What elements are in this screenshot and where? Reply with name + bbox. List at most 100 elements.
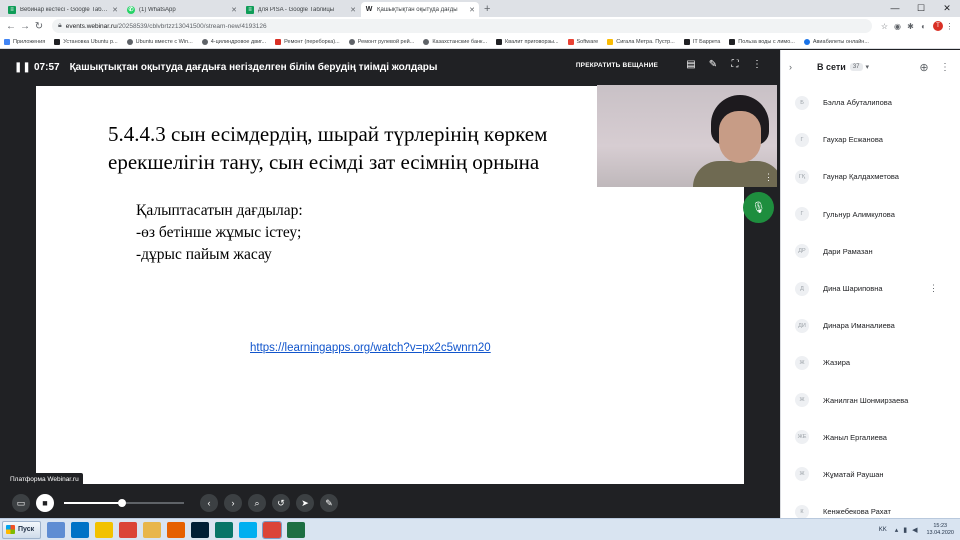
new-tab-button[interactable]: + bbox=[484, 2, 490, 17]
avatar: Г bbox=[795, 207, 809, 222]
undo-button[interactable]: ↺ bbox=[272, 494, 290, 512]
language-indicator[interactable]: KK bbox=[879, 527, 887, 533]
clock[interactable]: 15:23 13.04.2020 bbox=[926, 523, 954, 537]
browser-tab-active[interactable]: W Қашықтықтан оқытуда дағды ✕ bbox=[361, 2, 479, 17]
paint-icon[interactable] bbox=[47, 521, 66, 538]
participant-row[interactable]: Б Бэлла Абуталипова bbox=[781, 84, 960, 121]
bookmark[interactable]: Ubuntu вместе с Win... bbox=[126, 38, 193, 45]
bookmark[interactable]: Польза воды с лимо... bbox=[729, 38, 795, 45]
start-button[interactable]: Пуск bbox=[2, 520, 42, 539]
address-bar-row: ← → ↻ 🔒︎ events.webinar.ru /20258539/cbl… bbox=[0, 17, 960, 35]
maximize-icon[interactable]: ☐ bbox=[908, 0, 934, 17]
excel-icon[interactable] bbox=[287, 521, 306, 538]
participant-row[interactable]: ДИ Динара Иманалиева bbox=[781, 307, 960, 344]
mic-muted-button[interactable]: 🎙︎ bbox=[743, 192, 774, 223]
browser-tab[interactable]: ✆ (1) WhatsApp ✕ bbox=[123, 2, 241, 17]
participant-row[interactable]: Г Гаухар Есжанова bbox=[781, 121, 960, 158]
add-participant-icon[interactable]: ⊕ bbox=[916, 61, 932, 74]
browser-tab[interactable]: ≡ для PISA - Google Таблицы ✕ bbox=[242, 2, 360, 17]
participant-name: Гаухар Есжанова bbox=[823, 135, 883, 145]
participant-row[interactable]: Ж Жұматай Раушан bbox=[781, 456, 960, 493]
volume-slider[interactable] bbox=[64, 499, 184, 507]
chevron-left-icon: ‹ bbox=[207, 498, 211, 508]
close-tab-icon[interactable]: ✕ bbox=[112, 6, 118, 14]
browser-tab[interactable]: ≡ Вебинар кестесі - Google Таблицы ✕ bbox=[4, 2, 122, 17]
chevron-right-icon[interactable]: › bbox=[789, 62, 803, 72]
bookmark[interactable]: Казахстанские банк... bbox=[423, 38, 487, 45]
participant-row[interactable]: Ж Жанилган Шонмирзаева bbox=[781, 382, 960, 419]
close-tab-icon[interactable]: ✕ bbox=[469, 6, 475, 14]
participant-menu-icon[interactable]: ⋮ bbox=[929, 283, 938, 294]
chrome-icon[interactable] bbox=[262, 520, 283, 539]
previous-slide-button[interactable]: ‹ bbox=[200, 494, 218, 512]
network-icon[interactable]: ▮ bbox=[903, 526, 907, 534]
participant-row[interactable]: ЖЕ Жаныл Ергалиева bbox=[781, 419, 960, 456]
close-window-icon[interactable]: ✕ bbox=[934, 0, 960, 17]
folder-icon[interactable] bbox=[143, 521, 162, 538]
publisher-icon[interactable] bbox=[215, 521, 234, 538]
browser-menu-icon[interactable]: ⋮ bbox=[943, 22, 956, 31]
participant-name: Жанилган Шонмирзаева bbox=[823, 395, 909, 405]
participant-row[interactable]: ДР Дари Рамазан bbox=[781, 233, 960, 270]
bookmark[interactable]: Приложения bbox=[4, 38, 45, 45]
draw-button[interactable]: ✎ bbox=[320, 494, 338, 512]
toolbar-right: ☆ ◉ ✱ ◐ T ⋮ bbox=[878, 21, 956, 31]
webinar-title: Қашықтықтан оқытуда дағдыға негізделген … bbox=[69, 61, 438, 73]
star-icon[interactable]: ☆ bbox=[878, 22, 891, 31]
stop-broadcast-button[interactable]: ПРЕКРАТИТЬ ВЕЩАНИЕ bbox=[576, 62, 658, 69]
volume-knob[interactable] bbox=[117, 499, 126, 507]
more-options-icon[interactable]: ⋮ bbox=[938, 62, 952, 73]
volume-icon[interactable]: ◀ bbox=[912, 526, 917, 534]
bookmark[interactable]: Установка Ubuntu р... bbox=[54, 38, 118, 45]
reload-icon[interactable]: ↻ bbox=[32, 21, 46, 32]
url-field[interactable]: 🔒︎ events.webinar.ru /20258539/cblvbrtzz… bbox=[52, 19, 872, 33]
camera-button[interactable]: ■ bbox=[36, 494, 54, 512]
photoshop-icon[interactable] bbox=[191, 521, 210, 538]
screen-share-button[interactable]: ▭ bbox=[12, 494, 30, 512]
participant-name: Гаунар Қалдахметова bbox=[823, 172, 899, 182]
participant-row[interactable]: К Кенжебекова Рахат bbox=[781, 493, 960, 518]
bookmark[interactable]: IT Баррета bbox=[683, 38, 720, 45]
next-slide-button[interactable]: › bbox=[224, 494, 242, 512]
bookmark[interactable]: Ремонт рулевой рей... bbox=[348, 38, 414, 45]
webinar-topbar: ❚❚ 07:57 Қашықтықтан оқытуда дағдыға нег… bbox=[0, 50, 780, 84]
more-options-icon[interactable]: ⋮ bbox=[746, 59, 768, 70]
extension-icon[interactable]: ◐ bbox=[917, 22, 930, 31]
minimize-icon[interactable]: — bbox=[882, 0, 908, 17]
participant-row[interactable]: Г Гульнур Алимкулова bbox=[781, 196, 960, 233]
bookmark[interactable]: Авиабилеты онлайн... bbox=[803, 38, 869, 45]
participant-row[interactable]: Ж Жазира bbox=[781, 344, 960, 381]
outlook-icon[interactable] bbox=[71, 521, 90, 538]
slide-list-title: Қалыптасатын дағдылар: bbox=[136, 202, 303, 219]
edit-icon[interactable]: ✎ bbox=[702, 59, 724, 70]
back-icon[interactable]: ← bbox=[4, 21, 18, 32]
tray-arrow-icon[interactable]: ▴ bbox=[895, 526, 899, 534]
profile-avatar[interactable]: T bbox=[933, 21, 943, 31]
chrome-icon[interactable] bbox=[119, 521, 138, 538]
video-more-icon[interactable]: ⋮ bbox=[764, 172, 773, 183]
bookmark-icon bbox=[423, 38, 430, 45]
forward-icon[interactable]: → bbox=[18, 21, 32, 32]
bookmark[interactable]: 4-цилиндровое двиг... bbox=[201, 38, 266, 45]
bookmark[interactable]: Software bbox=[567, 38, 598, 45]
pause-icon[interactable]: ❚❚ bbox=[14, 62, 31, 73]
chevron-down-icon[interactable]: ▾ bbox=[866, 63, 870, 71]
chat-icon[interactable]: ▤ bbox=[680, 59, 702, 70]
bookmark[interactable]: Сигала Метра. Пустр... bbox=[607, 38, 675, 45]
close-tab-icon[interactable]: ✕ bbox=[350, 6, 356, 14]
firefox-icon[interactable] bbox=[167, 521, 186, 538]
extension-icon[interactable]: ◉ bbox=[891, 22, 904, 31]
skype-icon[interactable] bbox=[239, 521, 258, 538]
fullscreen-icon[interactable]: ⛶ bbox=[724, 59, 746, 70]
participant-row[interactable]: ГҚ Гаунар Қалдахметова bbox=[781, 158, 960, 195]
bookmark[interactable]: Ремонт (переборка)... bbox=[275, 38, 340, 45]
close-tab-icon[interactable]: ✕ bbox=[231, 6, 237, 14]
bookmark[interactable]: Квалит приговорзы... bbox=[496, 38, 559, 45]
extension-icon[interactable]: ✱ bbox=[904, 22, 917, 31]
lock-icon[interactable]: 🔒︎ bbox=[58, 22, 62, 30]
pointer-button[interactable]: ➤ bbox=[296, 494, 314, 512]
lightbulb-icon[interactable] bbox=[95, 521, 114, 538]
participant-row[interactable]: Д Дина Шариповна ⋮ bbox=[781, 270, 960, 307]
learningapps-link[interactable]: https://learningapps.org/watch?v=px2c5wn… bbox=[250, 342, 491, 354]
zoom-button[interactable]: ⌕ bbox=[248, 494, 266, 512]
